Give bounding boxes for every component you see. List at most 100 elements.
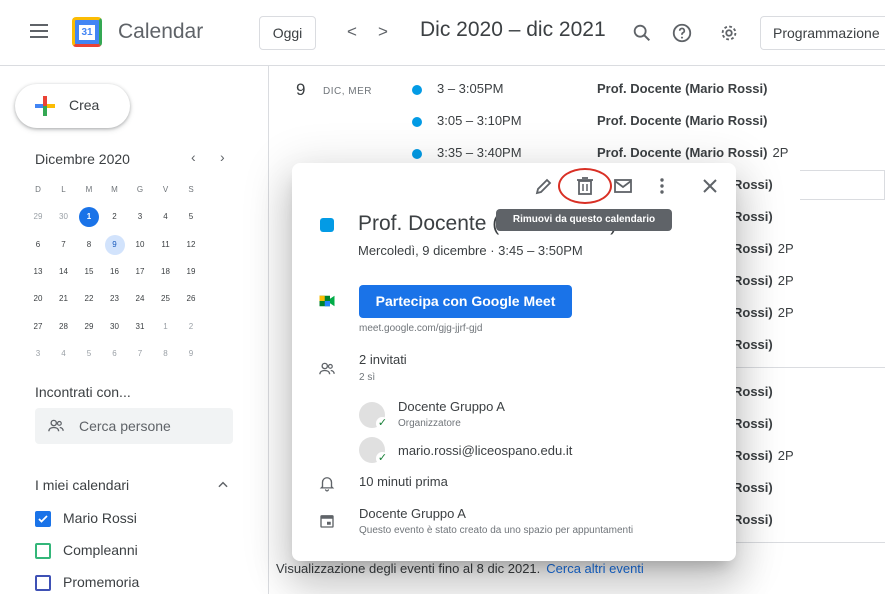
weekday-label: G [136,185,144,194]
mini-calendar-day[interactable]: 11 [156,235,176,255]
agenda-day-number[interactable]: 9 [296,80,305,100]
mini-calendar-day[interactable]: 5 [181,207,201,227]
event-title-text: Rossi) [733,241,773,256]
previous-period-button[interactable]: < [347,22,357,42]
today-button[interactable]: Oggi [259,16,316,50]
event-title-partial[interactable]: Rossi) [733,337,778,352]
main-menu-icon[interactable] [30,24,48,38]
event-title-partial[interactable]: Rossi) 2P [733,448,794,463]
mini-calendar-day[interactable]: 9 [104,234,125,255]
mini-calendar-day[interactable]: 7 [130,344,150,364]
mini-calendar-day[interactable]: 3 [28,344,48,364]
chevron-up-icon[interactable] [216,478,230,492]
mini-calendar-day[interactable]: 4 [156,207,176,227]
close-icon[interactable] [698,174,722,198]
mini-calendar-day[interactable]: 27 [28,317,48,337]
calendar-checkbox[interactable] [35,543,51,559]
date-range-title: Dic 2020 – dic 2021 [420,18,606,41]
mini-calendar-day[interactable]: 12 [181,235,201,255]
mini-calendar-day[interactable]: 13 [28,262,48,282]
mini-calendar-day[interactable]: 2 [181,317,201,337]
mini-calendar-day[interactable]: 9 [181,344,201,364]
avatar[interactable]: ✓ [359,402,389,430]
event-title-partial[interactable]: Rossi) [733,384,778,399]
event-time[interactable]: 3:05 – 3:10PM [437,113,522,128]
search-more-events-link[interactable]: Cerca altri eventi [546,561,644,576]
next-period-button[interactable]: > [378,22,388,42]
mini-calendar-day[interactable]: 17 [130,262,150,282]
event-title-text: Rossi) [733,480,773,495]
mini-calendar-day[interactable]: 22 [79,289,99,309]
search-people-input[interactable]: Cerca persone [35,408,233,444]
meet-link[interactable]: meet.google.com/gjg-jjrf-gjd [359,323,482,334]
edit-pencil-icon[interactable] [532,174,556,198]
join-google-meet-button[interactable]: Partecipa con Google Meet [359,285,572,318]
event-time[interactable]: 3 – 3:05PM [437,81,504,96]
email-guests-icon[interactable] [611,174,635,198]
event-title[interactable]: Prof. Docente (Mario Rossi) 2P [597,145,788,160]
event-title-partial[interactable]: Rossi) [733,416,778,431]
mini-calendar-day[interactable]: 14 [54,262,74,282]
create-button[interactable]: Crea [15,84,130,128]
mini-calendar-day[interactable]: 19 [181,262,201,282]
calendar-checkbox[interactable] [35,575,51,591]
mini-calendar-day[interactable]: 20 [28,289,48,309]
mini-calendar-day[interactable]: 3 [130,207,150,227]
help-icon[interactable] [671,22,693,44]
event-time[interactable]: 3:35 – 3:40PM [437,145,522,160]
event-title-partial[interactable]: Rossi) [733,480,778,495]
view-selector-button[interactable]: Programmazione [760,16,885,50]
guest-role: Organizzatore [398,418,461,429]
my-calendars-heading[interactable]: I miei calendari [35,477,129,493]
search-icon[interactable] [631,22,653,44]
mini-calendar-day[interactable]: 1 [79,207,99,228]
mini-calendar-next-button[interactable]: › [220,149,225,165]
avatar[interactable]: ✓ [359,437,389,465]
mini-calendar-day[interactable]: 8 [156,344,176,364]
mini-calendar-day[interactable]: 2 [105,207,125,227]
mini-calendar-day[interactable]: 16 [105,262,125,282]
weekday-label: M [111,185,118,194]
mini-calendar-day[interactable]: 26 [181,289,201,309]
calendar-label: Promemoria [63,574,140,590]
mini-calendar-day[interactable]: 15 [79,262,99,282]
mini-calendar-day[interactable]: 29 [28,207,48,227]
mini-calendar-day[interactable]: 29 [79,317,99,337]
guest-name[interactable]: Docente Gruppo A [398,399,505,414]
guest-email[interactable]: mario.rossi@liceospano.edu.it [398,443,572,458]
mini-calendar-day[interactable]: 6 [105,344,125,364]
event-title-partial[interactable]: Rossi) [733,209,778,224]
mini-calendar-day[interactable]: 18 [156,262,176,282]
mini-calendar-day[interactable]: 5 [79,344,99,364]
event-title[interactable]: Prof. Docente (Mario Rossi) [597,81,772,96]
mini-calendar-day[interactable]: 1 [156,317,176,337]
event-title-partial[interactable]: Rossi) 2P [733,273,794,288]
highlight-circle [558,168,612,204]
mini-calendar-day[interactable]: 30 [54,207,74,227]
mini-calendar-day[interactable]: 31 [130,317,150,337]
more-options-icon[interactable] [650,174,674,198]
event-title-partial[interactable]: Rossi) [733,177,778,192]
mini-calendar-day[interactable]: 6 [28,235,48,255]
mini-calendar-day[interactable]: 28 [54,317,74,337]
event-title-partial[interactable]: Rossi) 2P [733,305,794,320]
event-title-partial[interactable]: Rossi) [733,512,778,527]
mini-calendar-day[interactable]: 24 [130,289,150,309]
event-title-text: Rossi) [733,384,773,399]
highlighted-event-row[interactable] [800,170,885,200]
event-color-dot [412,117,422,127]
settings-gear-icon[interactable] [718,22,740,44]
mini-calendar-day[interactable]: 23 [105,289,125,309]
calendar-icon [320,515,334,528]
mini-calendar-day[interactable]: 4 [54,344,74,364]
mini-calendar-day[interactable]: 30 [105,317,125,337]
mini-calendar-day[interactable]: 8 [79,235,99,255]
event-title[interactable]: Prof. Docente (Mario Rossi) [597,113,772,128]
mini-calendar-day[interactable]: 21 [54,289,74,309]
mini-calendar-day[interactable]: 25 [156,289,176,309]
mini-calendar-prev-button[interactable]: ‹ [191,149,196,165]
event-title-partial[interactable]: Rossi) 2P [733,241,794,256]
calendar-checkbox[interactable] [35,511,51,527]
mini-calendar-day[interactable]: 7 [54,235,74,255]
mini-calendar-day[interactable]: 10 [130,235,150,255]
